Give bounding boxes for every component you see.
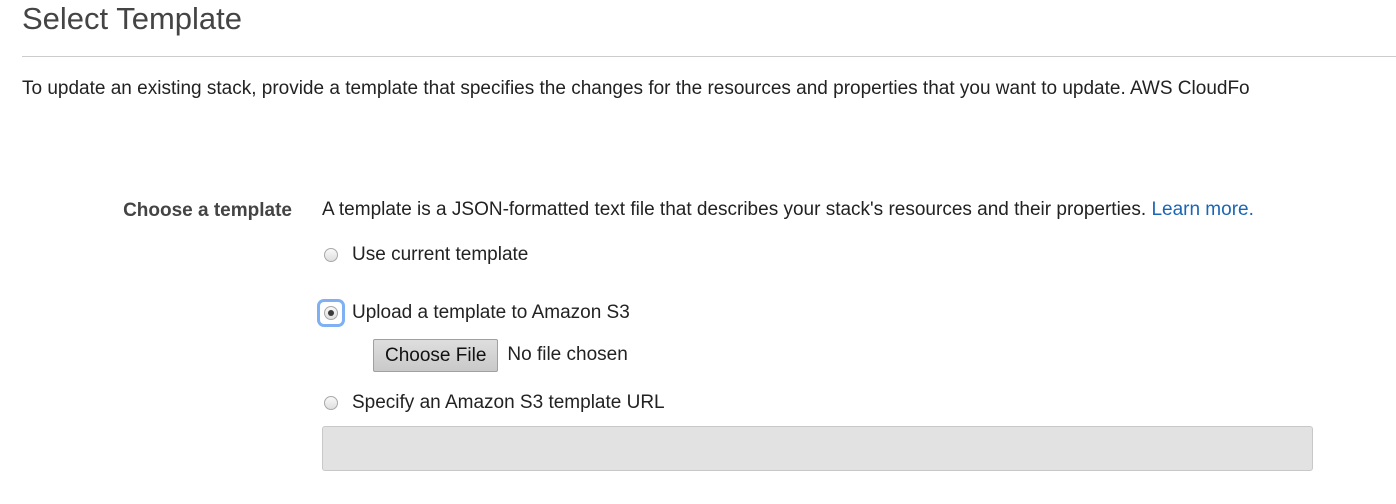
radio-wrapper — [320, 244, 342, 266]
option-label: Specify an Amazon S3 template URL — [352, 392, 665, 413]
option-label: Use current template — [352, 244, 529, 265]
option-use-current-template[interactable]: Use current template — [320, 241, 528, 269]
option-upload-to-s3[interactable]: Upload a template to Amazon S3 — [320, 299, 630, 327]
radio-wrapper — [320, 392, 342, 414]
choose-file-button[interactable]: Choose File — [373, 338, 499, 372]
file-upload-control: Choose File No file chosen — [373, 338, 628, 372]
template-description: A template is a JSON-formatted text file… — [322, 198, 1254, 222]
template-description-text: A template is a JSON-formatted text file… — [322, 199, 1147, 220]
radio-unchecked-icon[interactable] — [324, 248, 338, 262]
s3-template-url-input[interactable] — [322, 426, 1313, 471]
radio-wrapper — [320, 302, 342, 324]
option-specify-s3-url[interactable]: Specify an Amazon S3 template URL — [320, 389, 665, 417]
select-template-page: Select Template To update an existing st… — [0, 0, 1396, 504]
title-divider — [22, 56, 1396, 57]
option-label: Upload a template to Amazon S3 — [352, 302, 630, 323]
radio-checked-icon[interactable] — [324, 306, 338, 320]
radio-unchecked-icon[interactable] — [324, 396, 338, 410]
page-title: Select Template — [22, 1, 242, 36]
intro-text: To update an existing stack, provide a t… — [22, 78, 1250, 99]
file-status-text: No file chosen — [507, 344, 628, 365]
choose-template-label: Choose a template — [123, 200, 292, 221]
learn-more-link[interactable]: Learn more. — [1151, 199, 1253, 220]
